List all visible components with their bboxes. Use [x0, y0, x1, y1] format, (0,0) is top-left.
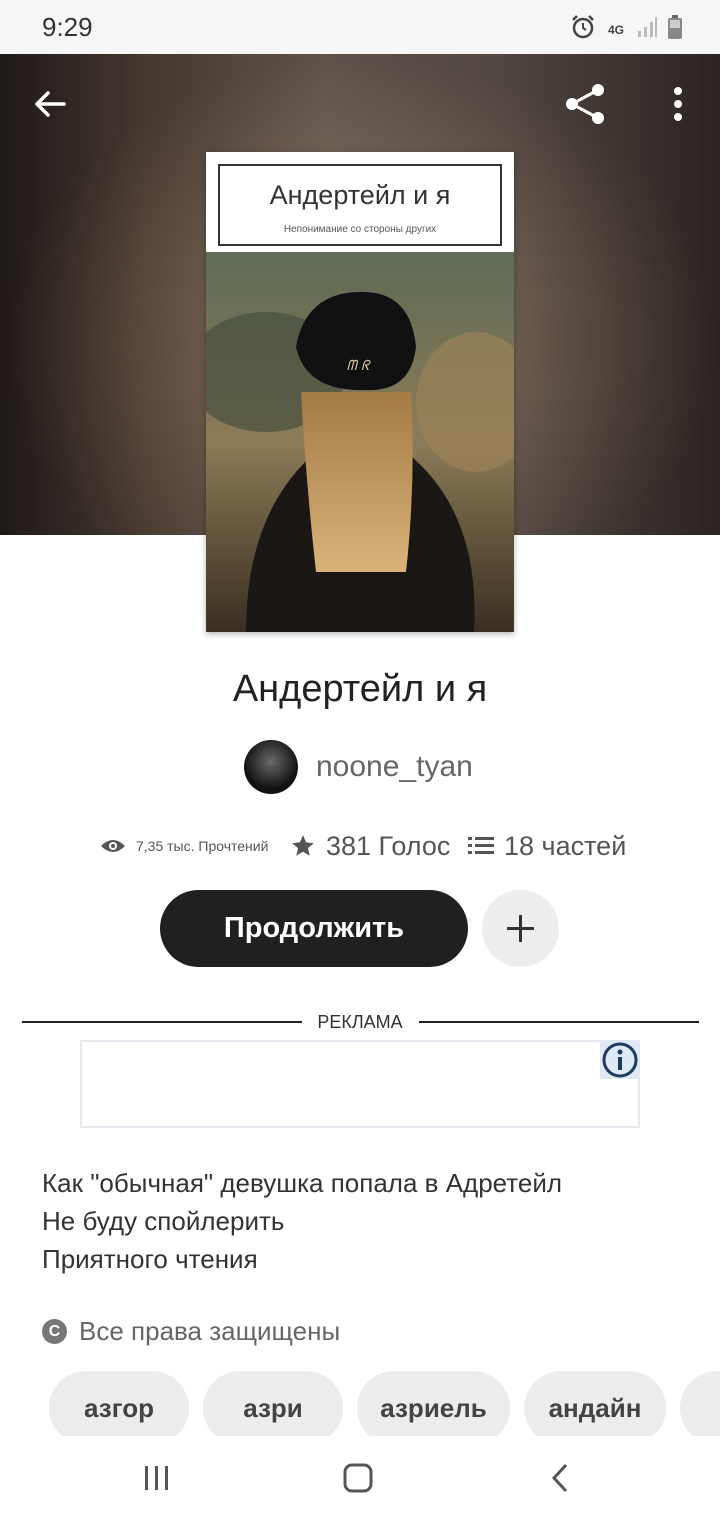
back-button[interactable]: [26, 80, 74, 128]
eye-icon: [101, 840, 125, 852]
copyright-notice: C Все права защищены: [42, 1316, 340, 1347]
nav-back-button[interactable]: [540, 1458, 580, 1498]
story-description: Как "обычная" девушка попала в Адретейл …: [42, 1164, 682, 1278]
author-name[interactable]: noone_tyan: [316, 750, 473, 784]
home-button[interactable]: [338, 1458, 378, 1498]
list-icon: [468, 837, 494, 854]
network-label: 4G: [607, 22, 624, 37]
story-stats: 7,35 тыс. Прочтений 381 Голос 18 частей: [100, 826, 660, 866]
reads-count: 7,35 тыс. Прочтений: [136, 838, 269, 854]
alarm-icon: [570, 14, 596, 45]
plus-icon: [507, 915, 534, 942]
ad-label: РЕКЛАМА: [317, 1012, 403, 1032]
network-4g-icon: 4G: [606, 24, 626, 36]
ad-divider-right: [419, 1021, 699, 1023]
votes-count: 381 Голос: [326, 830, 451, 861]
back-icon: [551, 1463, 568, 1493]
status-bar: 9:29 4G: [0, 0, 720, 54]
description-line: Не буду спойлерить: [42, 1206, 285, 1236]
tag-chip[interactable]: андайн: [524, 1371, 666, 1445]
tag-chip[interactable]: азгор: [49, 1371, 189, 1445]
battery-icon: [668, 15, 682, 44]
tag-list: азгор азри азриель андайн: [49, 1371, 720, 1445]
ad-divider-left: [22, 1021, 302, 1023]
status-icons: 4G: [570, 14, 682, 45]
description-line: Как "обычная" девушка попала в Адретейл: [42, 1168, 563, 1198]
add-to-library-button[interactable]: [482, 890, 559, 967]
svg-text:ᗰ ᖇ: ᗰ ᖇ: [347, 358, 372, 374]
star-icon: [292, 835, 314, 856]
parts-count: 18 частей: [504, 830, 627, 861]
avatar[interactable]: [244, 740, 298, 794]
author-link[interactable]: noone_tyan: [244, 740, 473, 794]
copyright-text: Все права защищены: [79, 1316, 341, 1346]
more-vertical-icon: [674, 87, 682, 121]
system-nav-bar: [0, 1436, 720, 1520]
cover-title: Андертейл и я: [269, 180, 451, 210]
more-options-button[interactable]: [654, 80, 702, 128]
signal-icon: [636, 16, 658, 43]
cover-photo: ᗰ ᖇ: [206, 252, 514, 632]
reads-stat: 7,35 тыс. Прочтений: [100, 826, 268, 866]
recent-apps-button[interactable]: [137, 1458, 177, 1498]
cover-subtitle: Непонимание со стороны других: [283, 224, 437, 235]
cover-title-box: Андертейл и я Непонимание со стороны дру…: [218, 164, 502, 246]
description-line: Приятного чтения: [42, 1244, 258, 1274]
continue-reading-button[interactable]: Продолжить: [160, 890, 468, 967]
book-cover[interactable]: Андертейл и я Непонимание со стороны дру…: [206, 152, 514, 632]
share-button[interactable]: [562, 80, 610, 128]
ad-info-button[interactable]: [600, 1041, 640, 1079]
tag-chip[interactable]: азри: [203, 1371, 343, 1445]
info-icon: [602, 1042, 638, 1078]
back-arrow-icon: [35, 91, 66, 117]
share-icon: [566, 84, 604, 124]
parts-stat: 18 частей: [468, 826, 626, 866]
votes-stat: 381 Голос: [290, 826, 450, 866]
status-time: 9:29: [42, 12, 93, 42]
story-title: Андертейл и я: [232, 668, 488, 710]
recent-apps-icon: [145, 1466, 168, 1490]
tag-chip-partial[interactable]: [680, 1371, 720, 1445]
copyright-icon: C: [42, 1319, 67, 1344]
tag-chip[interactable]: азриель: [357, 1371, 510, 1445]
ad-banner[interactable]: [80, 1040, 640, 1128]
home-icon: [343, 1463, 373, 1493]
